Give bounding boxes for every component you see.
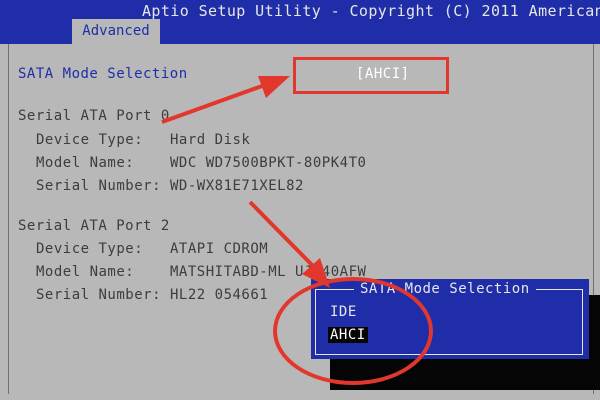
- annotation-arrows: [161, 76, 330, 288]
- bios-screen: Aptio Setup Utility - Copyright (C) 2011…: [0, 0, 600, 400]
- arrow-to-mode-value: [161, 76, 290, 124]
- arrow-to-popup: [248, 200, 330, 288]
